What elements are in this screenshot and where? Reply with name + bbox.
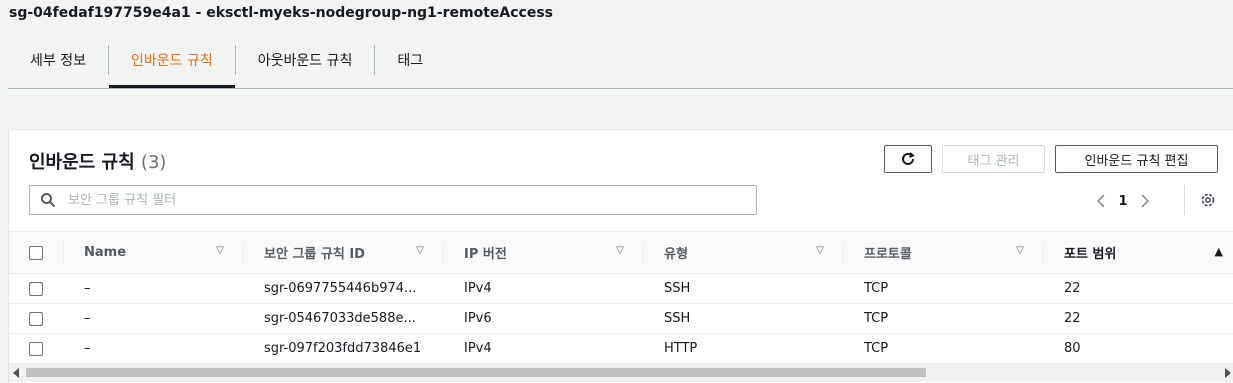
horizontal-scrollbar[interactable] bbox=[9, 364, 1233, 382]
column-header-name[interactable]: Name ▽ bbox=[64, 231, 244, 274]
cell-ip-version: IPv6 bbox=[444, 303, 644, 334]
cell-type: SSH bbox=[644, 303, 844, 334]
column-label: IP 버전 bbox=[464, 247, 507, 262]
cell-rule-id: sgr-05467033de588e... bbox=[244, 303, 444, 334]
sort-ascending-icon: ▲ bbox=[1214, 245, 1223, 258]
row-checkbox[interactable] bbox=[29, 311, 43, 326]
column-header-protocol[interactable]: 프로토콜 ▽ bbox=[844, 231, 1044, 274]
panel-title: 인바운드 규칙 (3) bbox=[29, 148, 166, 174]
tabs-divider-line bbox=[8, 88, 1233, 89]
cell-ip-version: IPv4 bbox=[444, 333, 644, 364]
manage-tags-button[interactable]: 태그 관리 bbox=[942, 145, 1045, 173]
cell-rule-id: sgr-0697755446b974... bbox=[244, 273, 444, 304]
cell-type: HTTP bbox=[644, 333, 844, 364]
row-select-cell bbox=[9, 273, 64, 304]
column-header-type[interactable]: 유형 ▽ bbox=[644, 231, 844, 274]
rules-table: Name ▽ 보안 그룹 규칙 ID ▽ IP 버전 ▽ 유형 ▽ 프로토콜 ▽ 포트 범… bbox=[9, 231, 1233, 364]
row-select-cell bbox=[9, 333, 64, 364]
gear-icon[interactable] bbox=[1199, 191, 1217, 209]
column-header-ip-version[interactable]: IP 버전 ▽ bbox=[444, 231, 644, 274]
column-header-rule-id[interactable]: 보안 그룹 규칙 ID ▽ bbox=[244, 231, 444, 274]
refresh-icon bbox=[902, 152, 915, 165]
cell-name: – bbox=[64, 273, 244, 304]
column-label: 포트 범위 bbox=[1064, 247, 1117, 262]
chevron-left-icon[interactable] bbox=[1091, 191, 1111, 211]
cell-type: SSH bbox=[644, 273, 844, 304]
scroll-right-arrow-icon[interactable] bbox=[1225, 368, 1231, 378]
rule-count: (3) bbox=[140, 152, 167, 173]
cell-protocol: TCP bbox=[844, 273, 1044, 304]
row-checkbox[interactable] bbox=[29, 281, 43, 296]
select-all-cell bbox=[9, 231, 64, 274]
inbound-rules-panel: 인바운드 규칙 (3) 태그 관리 인바운드 규칙 편집 1 bbox=[9, 129, 1233, 383]
pager-divider bbox=[1184, 185, 1185, 215]
sort-down-icon: ▽ bbox=[816, 245, 824, 256]
column-header-port-range[interactable]: 포트 범위 ▲ bbox=[1044, 231, 1233, 274]
cell-ip-version: IPv4 bbox=[444, 273, 644, 304]
tab-bar: 세부 정보 인바운드 규칙 아웃바운드 규칙 태그 bbox=[8, 40, 1233, 88]
pagination: 1 bbox=[1091, 190, 1155, 212]
cell-protocol: TCP bbox=[844, 303, 1044, 334]
table-row[interactable]: – sgr-0697755446b974... IPv4 SSH TCP 22 bbox=[9, 273, 1233, 304]
cell-name: – bbox=[64, 303, 244, 334]
chevron-right-icon[interactable] bbox=[1135, 191, 1155, 211]
column-label: 보안 그룹 규칙 ID bbox=[264, 247, 365, 262]
scroll-left-arrow-icon[interactable] bbox=[13, 368, 19, 378]
cell-rule-id: sgr-097f203fdd73846e1 bbox=[244, 333, 444, 364]
tab-outbound-rules[interactable]: 아웃바운드 규칙 bbox=[236, 40, 375, 80]
tab-details[interactable]: 세부 정보 bbox=[8, 40, 108, 80]
cell-port-range: 22 bbox=[1044, 303, 1233, 334]
tab-tags[interactable]: 태그 bbox=[375, 40, 445, 80]
column-label: 유형 bbox=[664, 247, 688, 262]
cell-protocol: TCP bbox=[844, 333, 1044, 364]
refresh-button[interactable] bbox=[884, 145, 932, 173]
column-label: 프로토콜 bbox=[864, 247, 912, 262]
page-title: sg-04fedaf197759e4a1 - eksctl-myeks-node… bbox=[9, 5, 553, 21]
scroll-thumb[interactable] bbox=[26, 368, 926, 377]
select-all-checkbox[interactable] bbox=[29, 245, 43, 260]
cell-port-range: 22 bbox=[1044, 273, 1233, 304]
sort-down-icon: ▽ bbox=[616, 245, 624, 256]
table-row[interactable]: – sgr-097f203fdd73846e1 IPv4 HTTP TCP 80 bbox=[9, 333, 1233, 364]
search-icon bbox=[41, 193, 56, 208]
page-number[interactable]: 1 bbox=[1111, 194, 1135, 209]
table-header-row: Name ▽ 보안 그룹 규칙 ID ▽ IP 버전 ▽ 유형 ▽ 프로토콜 ▽ 포트 범… bbox=[9, 231, 1233, 274]
search-field[interactable] bbox=[29, 185, 757, 215]
tab-inbound-rules[interactable]: 인바운드 규칙 bbox=[108, 40, 235, 88]
panel-title-text: 인바운드 규칙 bbox=[29, 152, 135, 173]
cell-port-range: 80 bbox=[1044, 333, 1233, 364]
table-row[interactable]: – sgr-05467033de588e... IPv6 SSH TCP 22 bbox=[9, 303, 1233, 334]
sort-down-icon: ▽ bbox=[216, 245, 224, 256]
sort-down-icon: ▽ bbox=[1016, 245, 1024, 256]
row-checkbox[interactable] bbox=[29, 341, 43, 356]
sort-down-icon: ▽ bbox=[416, 245, 424, 256]
cell-name: – bbox=[64, 333, 244, 364]
edit-inbound-rules-button[interactable]: 인바운드 규칙 편집 bbox=[1055, 145, 1218, 173]
row-select-cell bbox=[9, 303, 64, 334]
search-input[interactable] bbox=[66, 191, 756, 209]
column-label: Name bbox=[84, 245, 127, 260]
